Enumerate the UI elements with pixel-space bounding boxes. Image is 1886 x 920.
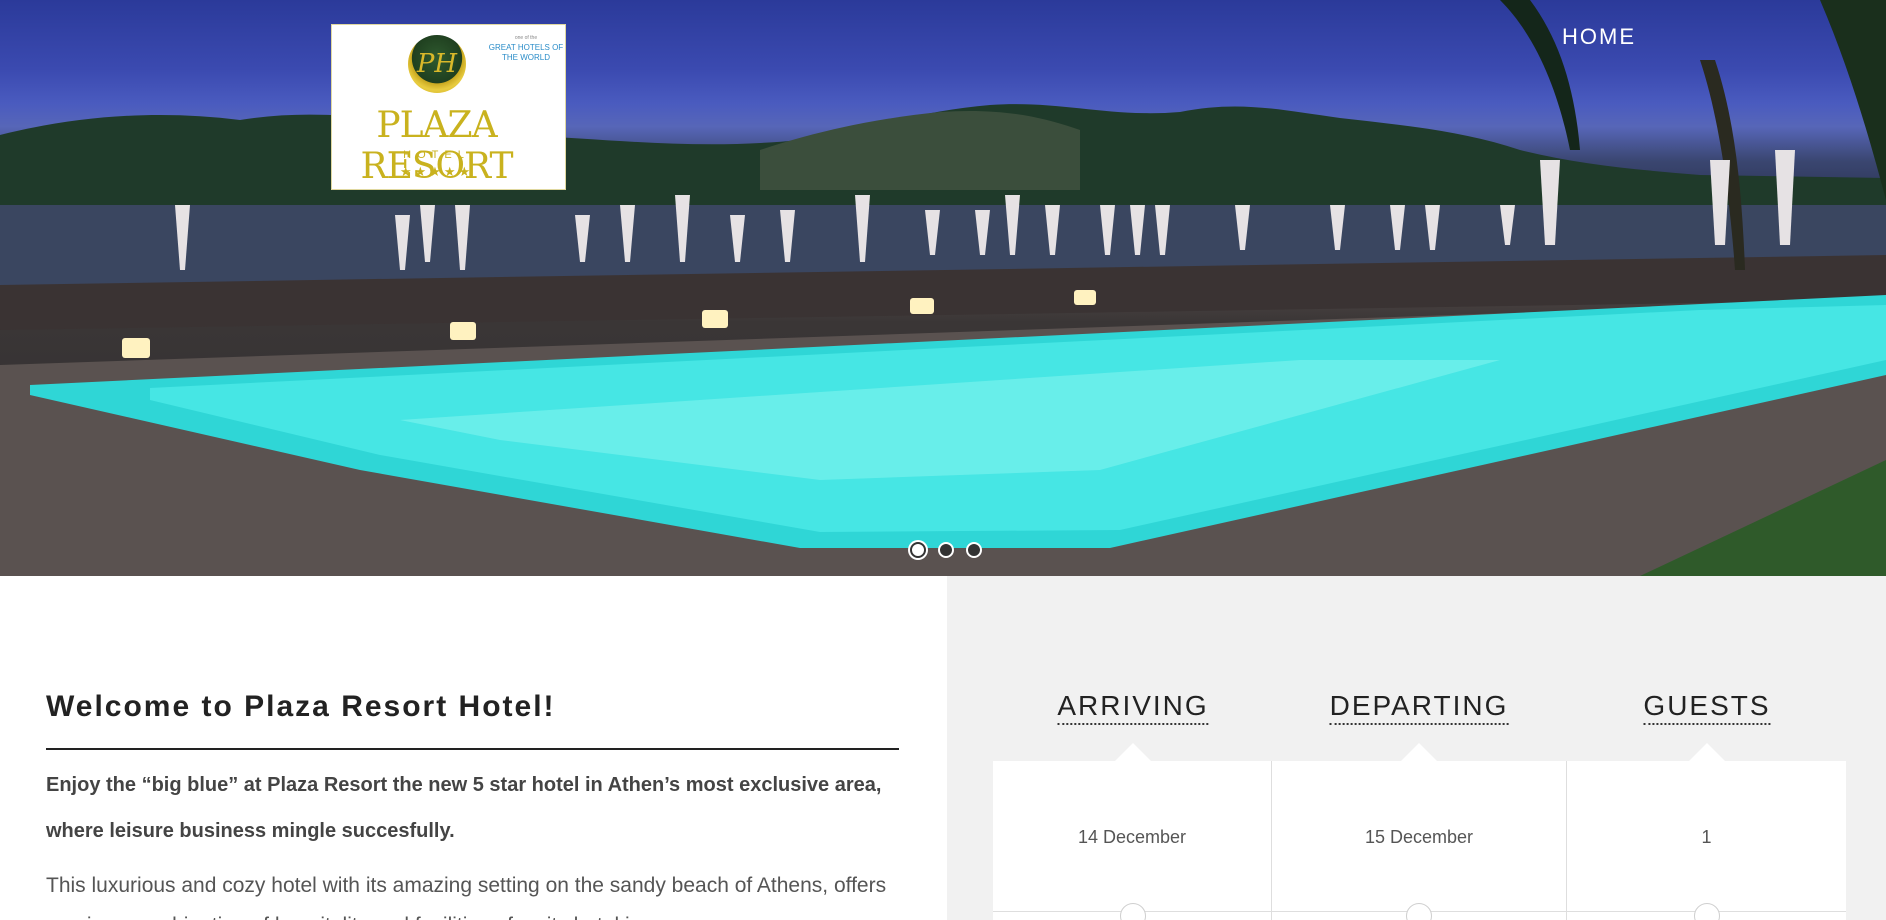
arriving-field[interactable]: 14 December xyxy=(993,761,1272,920)
departing-pointer xyxy=(1401,743,1437,761)
logo-stars: ★★★★★ xyxy=(399,165,474,180)
hotel-logo[interactable]: PH one of the GREAT HOTELS OF THE WORLD … xyxy=(331,24,566,190)
slider-pagination xyxy=(910,542,982,558)
departing-label[interactable]: DEPARTING xyxy=(1329,689,1509,725)
welcome-body: This luxurious and cozy hotel with its a… xyxy=(46,874,887,920)
logo-subtitle: HOTEL xyxy=(403,149,470,161)
logo-affiliation-small: one of the xyxy=(514,35,538,41)
arriving-value: 14 December xyxy=(1077,827,1187,847)
hero-image xyxy=(0,0,1886,576)
welcome-intro: Enjoy the “big blue” at Plaza Resort the… xyxy=(46,774,882,842)
slider-dot-2[interactable] xyxy=(938,542,954,558)
logo-affiliation: one of the GREAT HOTELS OF THE WORLD xyxy=(488,33,564,63)
arriving-pointer xyxy=(1115,743,1151,761)
guests-value: 1 xyxy=(1701,827,1712,847)
logo-badge: PH xyxy=(408,35,466,93)
title-divider xyxy=(46,748,899,750)
booking-fields: 14 December 15 December 1 xyxy=(993,743,1846,920)
hero-slider: PH one of the GREAT HOTELS OF THE WORLD … xyxy=(0,0,1886,576)
guests-field[interactable]: 1 xyxy=(1567,761,1846,920)
nav-home-link[interactable]: HOME xyxy=(1562,24,1636,50)
logo-affiliation-text: GREAT HOTELS OF THE WORLD xyxy=(488,43,564,62)
guests-label[interactable]: GUESTS xyxy=(1643,689,1771,725)
booking-panel: ARRIVING DEPARTING GUESTS 14 December 15… xyxy=(947,576,1886,920)
welcome-title: Welcome to Plaza Resort Hotel! xyxy=(46,690,556,723)
slider-dot-3[interactable] xyxy=(966,542,982,558)
guests-pointer xyxy=(1689,743,1725,761)
arriving-label[interactable]: ARRIVING xyxy=(1057,689,1209,725)
departing-value: 15 December xyxy=(1364,827,1474,847)
departing-field[interactable]: 15 December xyxy=(1272,761,1567,920)
slider-dot-1[interactable] xyxy=(910,542,926,558)
